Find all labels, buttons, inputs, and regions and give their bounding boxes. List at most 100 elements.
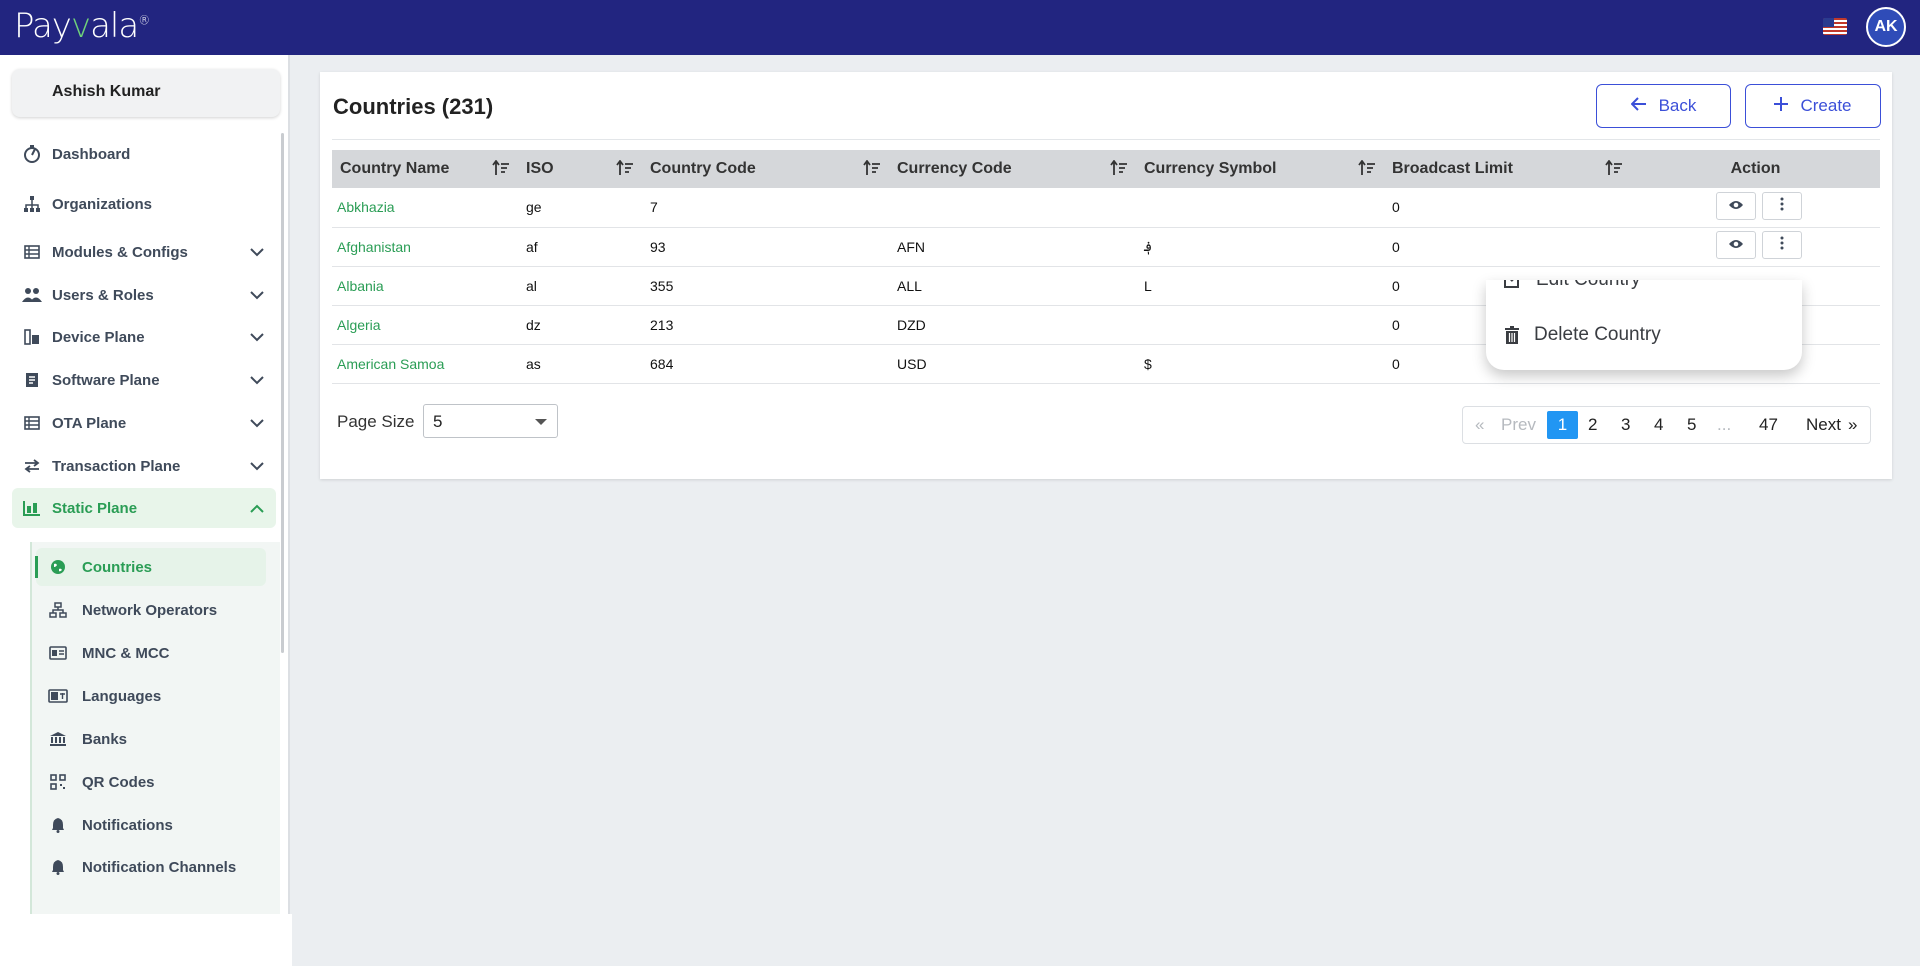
sidebar-item-label: OTA Plane	[52, 414, 127, 432]
top-bar: Payvala® AK	[0, 0, 1920, 55]
sidebar-subitem-countries[interactable]: Countries	[35, 548, 266, 586]
table-row: Abkhazia ge 7 0	[332, 188, 1880, 228]
column-header-currency-code[interactable]: Currency Code	[889, 150, 1136, 188]
country-name-link[interactable]: Afghanistan	[332, 227, 518, 267]
currency-symbol-cell: L	[1136, 266, 1384, 306]
page-button-3[interactable]: 3	[1621, 407, 1630, 443]
chevron-down-icon[interactable]	[250, 244, 264, 261]
sidebar-subitem-notifications[interactable]: Notifications	[36, 806, 266, 844]
sort-icon[interactable]	[492, 159, 510, 181]
last-page-button[interactable]: »	[1848, 407, 1857, 443]
sidebar-subitem-label: QR Codes	[82, 773, 155, 791]
sidebar-item-static-plane[interactable]: Static Plane	[12, 488, 276, 528]
sidebar-subitem-label: MNC & MCC	[82, 644, 170, 662]
sidebar-item-software-plane[interactable]: Software Plane	[12, 360, 276, 400]
static-icon	[22, 498, 42, 518]
first-page-button[interactable]: «	[1475, 407, 1484, 443]
sidebar: Ashish Kumar Dashboard Organizations Mod…	[0, 55, 290, 914]
sidebar-item-device-plane[interactable]: Device Plane	[12, 317, 276, 357]
sidebar-item-label: Static Plane	[52, 499, 138, 517]
column-header-broadcast-limit[interactable]: Broadcast Limit	[1384, 150, 1631, 188]
chevron-down-icon[interactable]	[250, 458, 264, 475]
page-size-select[interactable]: 5	[423, 404, 558, 438]
sidebar-subitem-qr-codes[interactable]: QR Codes	[36, 763, 266, 801]
org-icon	[22, 194, 42, 214]
caret-down-icon	[535, 419, 547, 425]
create-button[interactable]: Create	[1745, 84, 1881, 128]
column-header-iso[interactable]: ISO	[518, 150, 642, 188]
sidebar-item-transaction-plane[interactable]: Transaction Plane	[12, 446, 276, 486]
page-button-5[interactable]: 5	[1687, 407, 1696, 443]
sidebar-item-dashboard[interactable]: Dashboard	[12, 134, 276, 174]
sort-icon[interactable]	[863, 159, 881, 181]
currency-symbol-cell	[1136, 188, 1384, 228]
table-icon	[22, 413, 42, 433]
countries-card: Countries (231) Back Create Country Name…	[320, 72, 1892, 479]
sidebar-item-users-roles[interactable]: Users & Roles	[12, 275, 276, 315]
chevron-down-icon[interactable]	[250, 415, 264, 432]
user-avatar[interactable]: AK	[1866, 7, 1906, 47]
chevron-down-icon[interactable]	[250, 287, 264, 304]
delete-country-label: Delete Country	[1534, 324, 1661, 345]
sidebar-item-label: Users & Roles	[52, 286, 154, 304]
delete-country-menu-item[interactable]: Delete Country	[1486, 313, 1802, 357]
chevron-up-icon[interactable]	[250, 500, 264, 517]
iso-cell: al	[518, 266, 642, 306]
sort-icon[interactable]	[1605, 159, 1623, 181]
broadcast-limit-cell: 0	[1384, 188, 1631, 228]
sidebar-item-label: Modules & Configs	[52, 243, 188, 261]
sort-icon[interactable]	[1358, 159, 1376, 181]
row-actions-menu: Edit Country Delete Country	[1486, 280, 1802, 370]
more-options-button[interactable]	[1762, 231, 1802, 259]
sort-icon[interactable]	[1110, 159, 1128, 181]
edit-country-menu-item[interactable]: Edit Country	[1486, 280, 1802, 302]
sidebar-subitem-notification-channels[interactable]: Notification Channels	[36, 848, 266, 886]
more-vertical-icon	[1780, 197, 1784, 216]
iso-cell: as	[518, 344, 642, 384]
column-header-action: Action	[1631, 150, 1880, 188]
sidebar-subitem-mnc-mcc[interactable]: MNC & MCC	[36, 634, 266, 672]
column-header-currency-symbol[interactable]: Currency Symbol	[1136, 150, 1384, 188]
prev-page-button[interactable]: Prev	[1501, 407, 1536, 443]
sidebar-subitem-label: Languages	[82, 687, 162, 705]
chevron-down-icon[interactable]	[250, 372, 264, 389]
network-icon	[48, 600, 68, 620]
back-button[interactable]: Back	[1596, 84, 1731, 128]
sidebar-subitem-languages[interactable]: Languages	[36, 677, 266, 715]
sidebar-item-ota-plane[interactable]: OTA Plane	[12, 403, 276, 443]
trash-icon	[1504, 326, 1520, 344]
paysvala-logo[interactable]: Payvala®	[14, 6, 150, 46]
sidebar-subitem-banks[interactable]: Banks	[36, 720, 266, 758]
globe-icon	[48, 557, 68, 577]
user-card[interactable]: Ashish Kumar	[12, 69, 280, 117]
sidebar-subitem-label: Countries	[82, 558, 153, 576]
chevron-down-icon[interactable]	[250, 329, 264, 346]
view-button[interactable]	[1716, 192, 1756, 220]
country-name-link[interactable]: Abkhazia	[332, 188, 518, 228]
broadcast-limit-cell: 0	[1384, 227, 1631, 267]
us-flag-icon[interactable]	[1823, 18, 1847, 35]
more-options-button[interactable]	[1762, 192, 1802, 220]
sidebar-subitem-network-operators[interactable]: Network Operators	[36, 591, 266, 629]
column-header-country-name[interactable]: Country Name	[332, 150, 518, 188]
users-icon	[22, 285, 42, 305]
page-button-47[interactable]: 47	[1759, 407, 1778, 443]
software-icon	[22, 370, 42, 390]
sidebar-scrollbar[interactable]	[281, 133, 284, 653]
sidebar-item-organizations[interactable]: Organizations	[12, 184, 276, 224]
next-page-button[interactable]: Next	[1806, 407, 1841, 443]
page-button-4[interactable]: 4	[1654, 407, 1663, 443]
sidebar-item-modules-configs[interactable]: Modules & Configs	[12, 232, 276, 272]
sort-icon[interactable]	[616, 159, 634, 181]
country-name-link[interactable]: American Samoa	[332, 344, 518, 384]
page-button-1[interactable]: 1	[1547, 411, 1578, 439]
country-name-link[interactable]: Albania	[332, 266, 518, 306]
page-size-label: Page Size	[337, 412, 415, 431]
sidebar-subitem-label: Banks	[82, 730, 128, 748]
sidebar-subitem-label: Notification Channels	[82, 858, 237, 876]
view-button[interactable]	[1716, 231, 1756, 259]
country-name-link[interactable]: Algeria	[332, 305, 518, 345]
page-button-2[interactable]: 2	[1588, 407, 1597, 443]
column-header-country-code[interactable]: Country Code	[642, 150, 889, 188]
country-code-cell: 213	[642, 305, 889, 345]
